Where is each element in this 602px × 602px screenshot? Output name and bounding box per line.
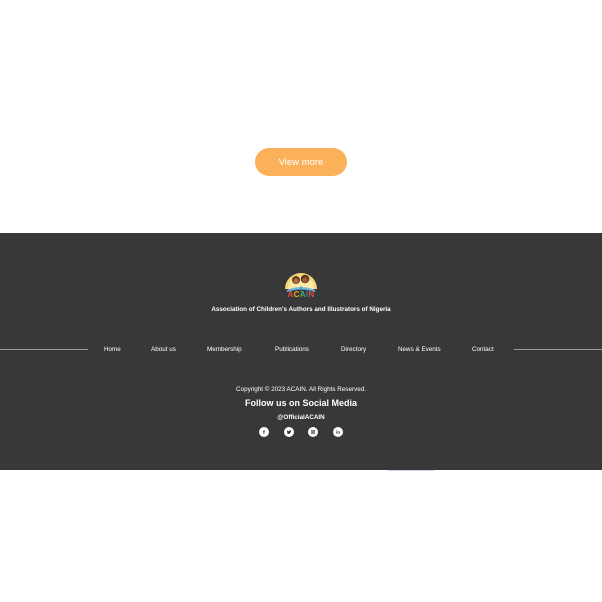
nav-about-us[interactable]: About us — [151, 346, 176, 353]
facebook-icon[interactable] — [259, 427, 269, 437]
focus-indicator — [388, 470, 434, 471]
linkedin-icon[interactable] — [333, 427, 343, 437]
logo-wordmark: ACAIN — [0, 290, 602, 299]
nav-publications[interactable]: Publications — [275, 346, 309, 353]
nav-membership[interactable]: Membership — [207, 346, 242, 353]
logo-letter: N — [308, 290, 315, 299]
copyright-text: Copyright © 2023 ACAIN. All Rights Reser… — [236, 386, 366, 393]
follow-heading: Follow us on Social Media — [244, 398, 357, 408]
nav-news-events[interactable]: News & Events — [398, 346, 441, 353]
nav-home[interactable]: Home — [104, 346, 121, 353]
instagram-icon[interactable] — [308, 427, 318, 437]
twitter-icon[interactable] — [284, 427, 294, 437]
organization-tagline: Association of Children's Authors and Il… — [211, 306, 391, 313]
footer-nav: Home About us Membership Publications Di… — [0, 346, 602, 358]
social-handle: @OfficialACAIN — [277, 414, 325, 421]
nav-directory[interactable]: Directory — [341, 346, 366, 353]
view-more-button[interactable]: View more — [255, 148, 347, 176]
nav-contact[interactable]: Contact — [472, 346, 494, 353]
